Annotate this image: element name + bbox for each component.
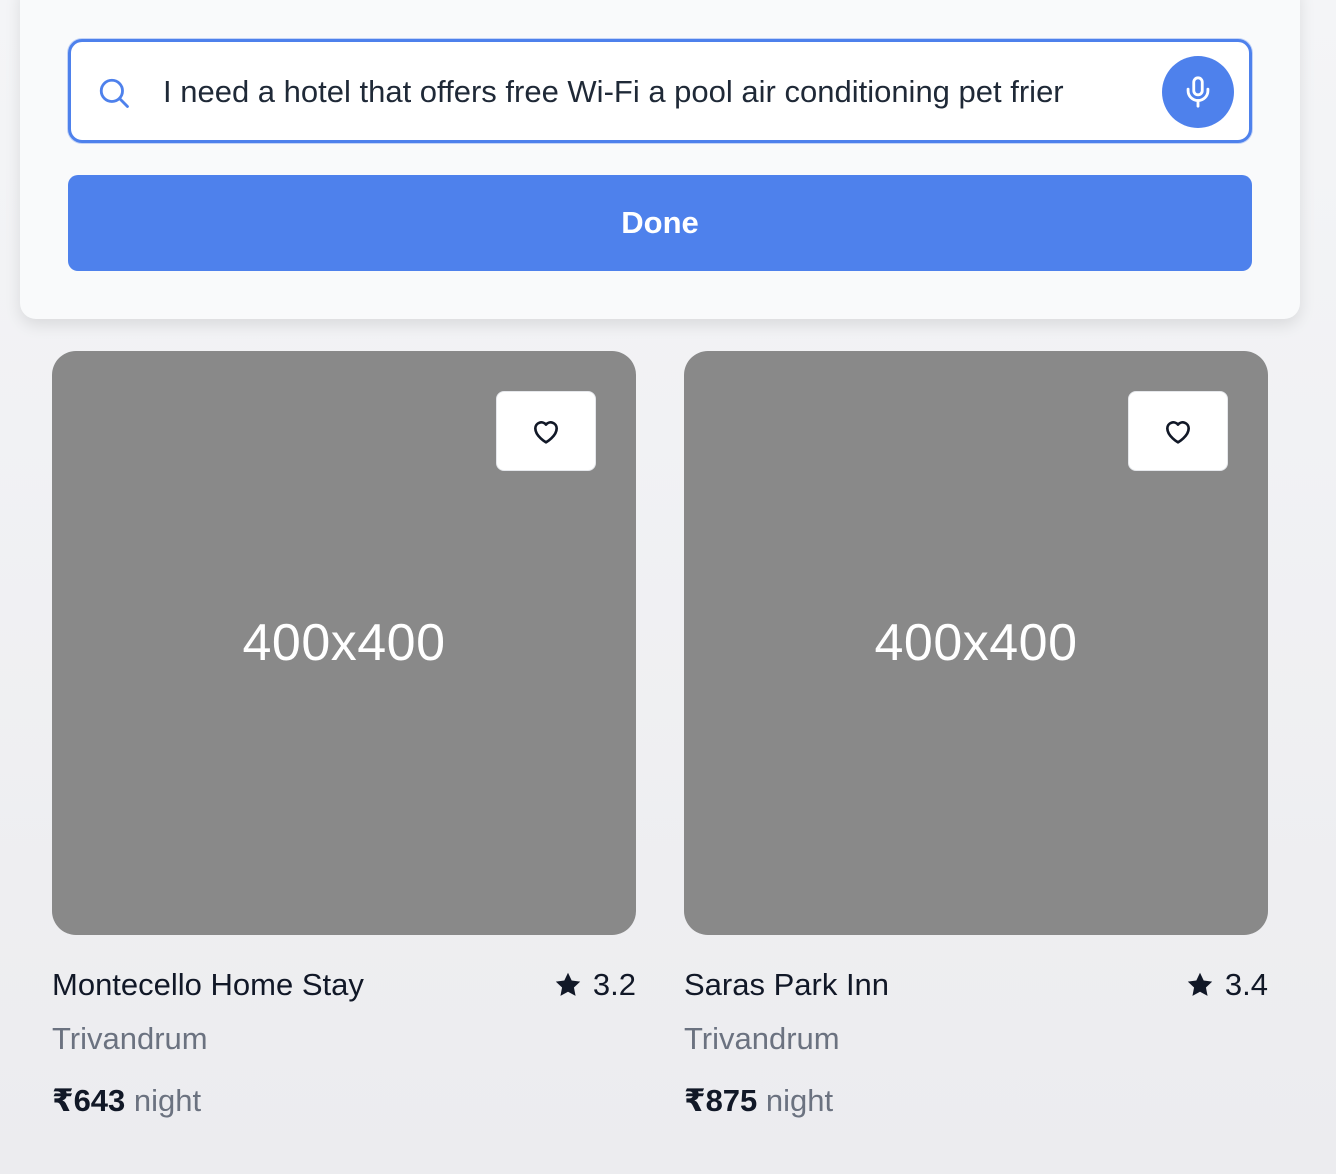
favorite-button[interactable] bbox=[496, 391, 596, 471]
rating-value: 3.2 bbox=[592, 967, 636, 1002]
image-placeholder-label: 400x400 bbox=[874, 614, 1078, 672]
listing-image[interactable]: 400x400 bbox=[52, 351, 636, 935]
done-button[interactable]: Done bbox=[68, 175, 1252, 271]
search-panel: Done bbox=[20, 0, 1300, 319]
listing-location: Trivandrum bbox=[684, 1021, 840, 1056]
search-box[interactable] bbox=[68, 39, 1252, 143]
favorite-button[interactable] bbox=[1128, 391, 1228, 471]
listing-rating: 3.2 bbox=[553, 967, 636, 1003]
star-icon bbox=[555, 972, 581, 996]
listing-name[interactable]: Montecello Home Stay bbox=[52, 967, 364, 1003]
microphone-icon bbox=[1186, 76, 1210, 108]
price-unit: night bbox=[765, 1083, 834, 1118]
image-placeholder-label: 400x400 bbox=[242, 614, 446, 672]
listing-price: ₹875 night bbox=[684, 1083, 1268, 1119]
listing-card[interactable]: 400x400 Montecello Home Stay 3.2 Trivand… bbox=[52, 351, 636, 1119]
listing-card[interactable]: 400x400 Saras Park Inn 3.4 Trivandrum ₹8… bbox=[684, 351, 1268, 1119]
listing-price: ₹643 night bbox=[52, 1083, 636, 1119]
listing-image[interactable]: 400x400 bbox=[684, 351, 1268, 935]
microphone-button[interactable] bbox=[1162, 56, 1234, 128]
search-input[interactable] bbox=[163, 62, 1113, 122]
price-value: ₹875 bbox=[684, 1083, 758, 1118]
heart-icon bbox=[534, 421, 558, 444]
heart-icon bbox=[1166, 421, 1190, 444]
listing-name[interactable]: Saras Park Inn bbox=[684, 967, 889, 1003]
star-icon bbox=[1187, 972, 1213, 996]
rating-value: 3.4 bbox=[1224, 967, 1268, 1002]
listing-rating: 3.4 bbox=[1185, 967, 1268, 1003]
price-value: ₹643 bbox=[52, 1083, 126, 1118]
search-icon bbox=[99, 78, 129, 108]
price-unit: night bbox=[133, 1083, 202, 1118]
listing-location: Trivandrum bbox=[52, 1021, 208, 1056]
